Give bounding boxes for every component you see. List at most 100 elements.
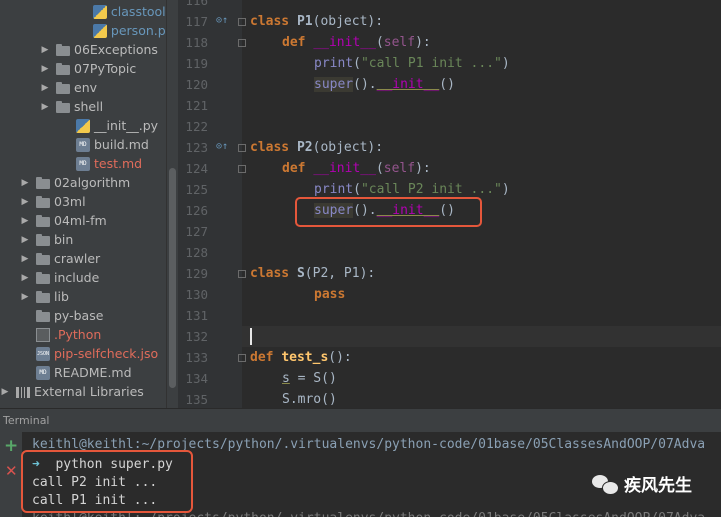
expand-arrow-icon[interactable]: ▶ [40, 102, 50, 112]
folder-icon [36, 309, 50, 322]
code-line-117[interactable]: class P1(object): [250, 11, 383, 32]
text-caret [250, 328, 252, 345]
tree-item[interactable]: ▶MDbuild.md [0, 135, 166, 154]
highlight-annotation-box [295, 197, 482, 227]
code-line-118[interactable]: def __init__(self): [282, 32, 431, 53]
expand-arrow-icon[interactable]: ▶ [20, 197, 30, 207]
terminal-header[interactable]: Terminal [0, 408, 721, 432]
tree-item[interactable]: ▶ shell [0, 97, 166, 116]
code-line-120[interactable]: super().__init__() [314, 74, 455, 95]
tree-item-label: __init__.py [94, 118, 159, 133]
tree-item[interactable]: ▶classtools. [0, 2, 166, 21]
wechat-logo-icon [592, 473, 619, 495]
fold-marker-icon[interactable] [238, 18, 246, 26]
expand-arrow-icon[interactable]: ▶ [20, 273, 30, 283]
folder-icon [36, 271, 50, 284]
keyword: class [250, 14, 290, 29]
code-line-134[interactable]: s = S() [282, 368, 337, 389]
tree-item[interactable]: ▶ env [0, 78, 166, 97]
expand-arrow-icon[interactable]: ▶ [40, 45, 50, 55]
fold-marker-icon[interactable] [238, 39, 246, 47]
tree-item-label: person.py [110, 23, 166, 38]
code-line-119[interactable]: print("call P1 init ...") [314, 53, 510, 74]
tree-item[interactable]: ▶__init__.py [0, 116, 166, 135]
json-file-icon: JSON [36, 346, 50, 361]
code-text: = S() [289, 371, 337, 386]
tree-item[interactable]: ▶MDtest.md [0, 154, 166, 173]
tree-item-label: 04ml-fm [54, 213, 107, 228]
tree-item[interactable]: ▶ 03ml [0, 192, 166, 211]
scrollbar-thumb[interactable] [169, 168, 176, 388]
line-number: 131 [185, 308, 208, 323]
close-session-icon[interactable]: ✕ [5, 462, 18, 480]
tree-item-label: include [54, 270, 100, 285]
fold-marker-icon[interactable] [238, 270, 246, 278]
watermark-text: 疾风先生 [624, 476, 692, 496]
project-tree-scrollbar[interactable] [166, 0, 178, 408]
tree-item[interactable]: ▶ lib [0, 287, 166, 306]
tree-item[interactable]: ▶MDREADME.md [0, 363, 166, 382]
expand-arrow-icon[interactable]: ▶ [20, 254, 30, 264]
code-line-135[interactable]: S.mro() [282, 389, 337, 410]
self-param: self [383, 35, 416, 50]
tree-item-label: 02algorithm [54, 175, 131, 190]
class-name: P2 [296, 140, 313, 155]
tree-item-label: bin [54, 232, 74, 247]
tree-item[interactable]: ▶ bin [0, 230, 166, 249]
expand-arrow-icon[interactable]: ▶ [0, 387, 10, 397]
tree-item[interactable]: ▶py-base [0, 306, 166, 325]
expand-arrow-icon[interactable]: ▶ [20, 178, 30, 188]
line-number: 124 [185, 161, 208, 176]
line-number: 134 [185, 371, 208, 386]
tree-item-label: build.md [94, 137, 149, 152]
tree-item[interactable]: ▶ 04ml-fm [0, 211, 166, 230]
code-line-133[interactable]: def test_s(): [250, 347, 352, 368]
variable: s [282, 371, 290, 386]
tree-item[interactable]: ▶JSONpip-selfcheck.jso [0, 344, 166, 363]
fold-marker-icon[interactable] [238, 144, 246, 152]
tree-item[interactable]: ▶.Python [0, 325, 166, 344]
code-text: (): [328, 350, 352, 365]
fold-marker-icon[interactable] [238, 165, 246, 173]
tree-item[interactable]: ▶person.py [0, 21, 166, 40]
method-name: __init__ [376, 77, 440, 92]
code-text: (object): [312, 140, 384, 155]
keyword: class [250, 266, 290, 281]
keyword: pass [314, 287, 346, 302]
tree-item-label: External Libraries [34, 384, 144, 399]
expand-arrow-icon[interactable]: ▶ [20, 235, 30, 245]
folder-icon [36, 176, 50, 189]
fold-marker-icon[interactable] [238, 354, 246, 362]
tree-item-label: env [74, 80, 98, 95]
tree-item[interactable]: ▶ 06Exceptions [0, 40, 166, 59]
tree-item-label: 03ml [54, 194, 86, 209]
code-line-130[interactable]: pass [314, 284, 345, 305]
tree-item[interactable]: ▶ include [0, 268, 166, 287]
tree-item-label: test.md [94, 156, 143, 171]
line-number: 116 [185, 0, 208, 8]
code-line-123[interactable]: class P2(object): [250, 137, 383, 158]
code-line-129[interactable]: class S(P2, P1): [250, 263, 375, 284]
override-marker-icon[interactable]: ⊙↑ [216, 15, 230, 29]
expand-arrow-icon[interactable]: ▶ [20, 216, 30, 226]
folder-icon [56, 62, 70, 75]
code-text: (object): [312, 14, 384, 29]
tree-item[interactable]: ▶ crawler [0, 249, 166, 268]
override-marker-icon[interactable]: ⊙↑ [216, 141, 230, 155]
expand-arrow-icon[interactable]: ▶ [40, 64, 50, 74]
expand-arrow-icon[interactable]: ▶ [40, 83, 50, 93]
tree-item[interactable]: ▶ External Libraries [0, 382, 166, 401]
builtin-function: print [314, 182, 354, 197]
self-param: self [383, 161, 416, 176]
code-line-124[interactable]: def __init__(self): [282, 158, 431, 179]
keyword: def [282, 161, 306, 176]
tree-item[interactable]: ▶ 02algorithm [0, 173, 166, 192]
markdown-file-icon: MD [76, 137, 90, 152]
class-name: S [296, 266, 305, 281]
line-number: 122 [185, 119, 208, 134]
expand-arrow-icon[interactable]: ▶ [20, 292, 30, 302]
tree-item[interactable]: ▶ 07PyTopic [0, 59, 166, 78]
new-session-icon[interactable]: + [4, 436, 18, 456]
line-number: 127 [185, 224, 208, 239]
watermark: 疾风先生 [592, 471, 692, 496]
